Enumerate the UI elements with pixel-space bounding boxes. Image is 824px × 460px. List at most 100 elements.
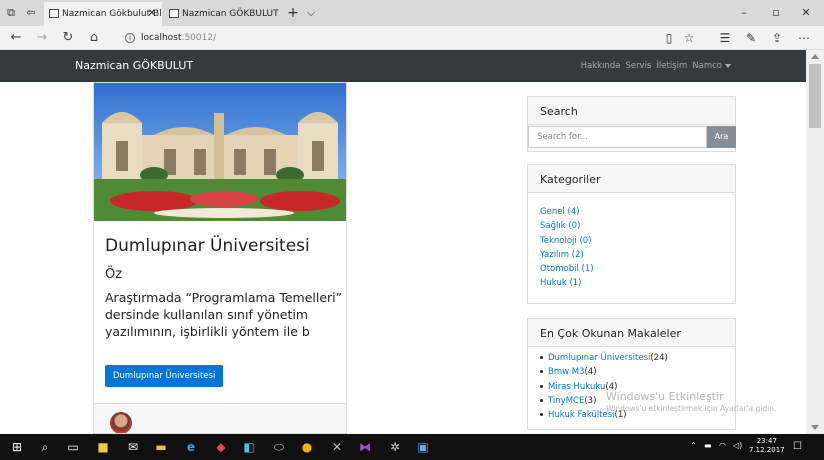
wifi-icon[interactable]: ◠ <box>719 441 726 450</box>
popular-count: (3) <box>584 395 597 406</box>
scroll-up-icon[interactable] <box>811 54 819 59</box>
category-link[interactable]: Teknoloji (0) <box>540 234 735 248</box>
activation-watermark-title: Windows'u Etkinleştir <box>606 390 724 403</box>
tab-inactive[interactable]: Nazmican GÖKBULUT Blog <box>164 2 280 26</box>
search-icon[interactable]: ⌕ <box>36 438 54 456</box>
task-view-icon[interactable]: ▭ <box>64 438 82 456</box>
app-icon[interactable]: ⬭ <box>270 438 288 456</box>
tab-active[interactable]: Nazmican Gökbulut Blo ✕ <box>44 2 162 26</box>
nav-link-iletisim[interactable]: İletişim <box>656 61 687 71</box>
nav-dropdown-namco[interactable]: Namco <box>692 61 731 71</box>
bullet-icon <box>540 398 543 402</box>
nav-link-hakkinda[interactable]: Hakkında <box>581 61 621 71</box>
popular-count: (4) <box>584 367 597 378</box>
search-widget-title: Search <box>528 97 735 125</box>
app-icon[interactable]: ◆ <box>212 438 230 456</box>
popular-link[interactable]: TinyMCE <box>548 396 584 406</box>
clock-date: 7.12.2017 <box>749 446 785 454</box>
url-host: localhost <box>141 33 182 43</box>
mail-icon[interactable]: ✉ <box>124 438 142 456</box>
visual-studio-icon[interactable]: ⧓ <box>356 438 374 456</box>
popular-link[interactable]: Bmw M3 <box>548 367 585 377</box>
address-field[interactable]: i localhost:50012/ <box>125 29 645 47</box>
app-icon[interactable]: ▣ <box>414 438 432 456</box>
browser-window: ⧉ ⇦ Nazmican Gökbulut Blo ✕ Nazmican GÖK… <box>0 0 824 460</box>
refresh-icon[interactable]: ↻ <box>59 29 77 47</box>
categories-widget-title: Kategoriler <box>528 165 735 193</box>
network-icon[interactable]: ▬ <box>704 441 712 450</box>
nav-dropdown-label: Namco <box>692 61 722 71</box>
search-input[interactable]: Search for... <box>528 126 707 148</box>
page-scrollbar[interactable] <box>806 50 824 434</box>
popular-count: (24) <box>650 353 668 363</box>
popular-link[interactable]: Dumlupınar Üniversitesi <box>548 353 650 363</box>
popular-link[interactable]: Hukuk Fakültesi <box>548 410 615 420</box>
post-subtitle: Öz <box>105 267 123 282</box>
windows-taskbar: ⊞ ⌕ ▭ ■ ✉ ▬ e ◆ ◧ ⬭ ● ✕ ⧓ ✲ ▣ ⌃ ▬ ◠ ◁) 2… <box>0 434 824 460</box>
popular-link[interactable]: Miras Hukuku <box>548 382 605 392</box>
back-icon[interactable]: ← <box>7 29 25 47</box>
action-center-icon[interactable]: ☐ <box>793 441 802 452</box>
scroll-thumb[interactable] <box>809 64 821 128</box>
minimize-button[interactable]: – <box>730 0 758 26</box>
settings-gear-icon[interactable]: ✲ <box>386 438 404 456</box>
read-more-button[interactable]: Dumlupınar Üniversitesi <box>105 365 224 387</box>
tab-label: Nazmican GÖKBULUT Blog <box>182 9 280 19</box>
category-link[interactable]: Yazılım (2) <box>540 248 735 262</box>
developer-tool-icon[interactable]: ◧ <box>240 438 258 456</box>
site-navbar: Nazmican GÖKBULUT Hakkında Servis İletiş… <box>0 50 806 82</box>
post-excerpt: Araştırmada “Programlama Temelleri” ders… <box>105 290 343 339</box>
forward-icon[interactable]: → <box>33 29 51 47</box>
close-window-button[interactable]: ✕ <box>792 0 820 26</box>
bullet-icon <box>540 384 543 388</box>
caret-down-icon <box>725 63 731 68</box>
search-button[interactable]: Ara <box>707 126 736 148</box>
scroll-down-icon[interactable] <box>811 425 819 430</box>
popular-posts-widget: En Çok Okunan Makaleler Dumlupınar Ünive… <box>527 318 736 430</box>
navbar-brand[interactable]: Nazmican GÖKBULUT <box>75 59 193 72</box>
store-icon[interactable]: ■ <box>94 438 112 456</box>
share-icon[interactable]: ⇪ <box>768 29 786 47</box>
edge-icon[interactable]: e <box>182 438 200 456</box>
new-tab-button[interactable]: + <box>286 6 300 20</box>
page-icon <box>169 9 179 18</box>
popular-item: Dumlupınar Üniversitesi(24) <box>540 351 735 365</box>
chrome-icon[interactable]: ● <box>298 438 316 456</box>
category-link[interactable]: Otomobil (1) <box>540 262 735 276</box>
popular-item: Bmw M3(4) <box>540 365 735 379</box>
set-aside-tabs-icon[interactable]: ⇦ <box>24 6 38 20</box>
favorite-star-icon[interactable]: ☆ <box>680 29 698 47</box>
category-link[interactable]: Hukuk (1) <box>540 276 735 290</box>
category-list: Genel (4) Sağlık (0) Teknoloji (0) Yazıl… <box>528 193 735 291</box>
favorites-hub-icon[interactable]: ☰ <box>716 29 734 47</box>
close-tab-icon[interactable]: ✕ <box>148 2 156 26</box>
volume-icon[interactable]: ◁) <box>733 441 742 450</box>
start-icon[interactable]: ⊞ <box>8 438 26 456</box>
popular-widget-title: En Çok Okunan Makaleler <box>528 319 735 347</box>
nav-link-servis[interactable]: Servis <box>625 61 651 71</box>
file-explorer-icon[interactable]: ▬ <box>152 438 170 456</box>
tab-strip: ⧉ ⇦ Nazmican Gökbulut Blo ✕ Nazmican GÖK… <box>0 0 824 26</box>
clock-time: 23:47 <box>756 437 777 445</box>
tab-preview-icon[interactable]: ⧉ <box>4 6 18 20</box>
activation-watermark-text: Windows'u etkinleştirmek için Ayarlar'a … <box>606 404 777 413</box>
category-link[interactable]: Genel (4) <box>540 205 735 219</box>
taskbar-clock[interactable]: 23:47 7.12.2017 <box>749 437 785 455</box>
post-card: Dumlupınar Üniversitesi Öz Araştırmada “… <box>93 82 347 434</box>
bullet-icon <box>540 370 543 374</box>
category-link[interactable]: Sağlık (0) <box>540 219 735 233</box>
post-footer <box>94 403 346 433</box>
more-icon[interactable]: ⋯ <box>795 29 813 47</box>
reading-view-icon[interactable]: ▯ <box>660 29 678 47</box>
search-widget: Search Search for... Ara <box>527 96 736 152</box>
categories-widget: Kategoriler Genel (4) Sağlık (0) Teknolo… <box>527 164 736 304</box>
app-icon[interactable]: ✕ <box>328 438 346 456</box>
maximize-button[interactable]: ▫ <box>762 0 790 26</box>
tab-menu-icon[interactable]: ⌵ <box>304 6 318 20</box>
url-port: :50012/ <box>181 33 217 43</box>
site-info-icon[interactable]: i <box>125 33 135 43</box>
page-icon <box>49 9 59 18</box>
web-note-icon[interactable]: ✎ <box>742 29 760 47</box>
tray-chevron-icon[interactable]: ⌃ <box>690 441 697 450</box>
home-icon[interactable]: ⌂ <box>85 29 103 47</box>
